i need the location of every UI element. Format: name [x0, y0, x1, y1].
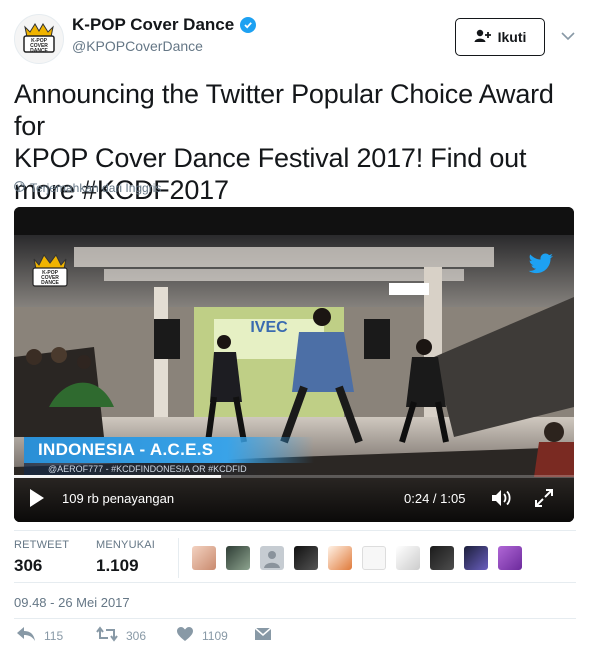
video-banner-subtitle: @AEROF777 - #KCDFINDONESIA OR #KCDFID — [48, 464, 247, 474]
view-count: 109 rb penayangan — [62, 491, 175, 506]
follow-label: Ikuti — [497, 29, 527, 45]
reply-icon — [16, 626, 36, 645]
liker-avatar[interactable] — [294, 546, 318, 570]
video-time: 0:24 / 1:05 — [404, 491, 466, 506]
divider-top — [14, 530, 576, 531]
stats-divider — [178, 538, 179, 578]
chevron-down-icon[interactable] — [558, 26, 578, 46]
video-player[interactable]: IVEC K-POP COVER DANCE INDONESIA - A.C.E… — [14, 207, 574, 522]
reply-count: 115 — [44, 628, 64, 643]
retweet-icon — [96, 626, 118, 645]
liker-avatar[interactable] — [464, 546, 488, 570]
video-controls: 109 rb penayangan 0:24 / 1:05 — [14, 474, 574, 522]
likes-stat-value: 1.109 — [96, 556, 139, 575]
retweet-button[interactable]: 306 — [96, 626, 146, 645]
twitter-bird-icon — [528, 253, 554, 280]
divider-mid — [14, 582, 576, 583]
translate-label: Terjemahkan dari Inggris — [30, 181, 162, 195]
translate-link[interactable]: Terjemahkan dari Inggris — [14, 181, 161, 195]
reply-button[interactable]: 115 — [16, 626, 63, 645]
like-button[interactable]: 1109 — [176, 626, 228, 645]
svg-text:DANCE: DANCE — [30, 48, 48, 54]
verified-icon — [240, 17, 257, 33]
liker-avatar[interactable] — [362, 546, 386, 570]
like-count: 1109 — [202, 628, 228, 643]
liker-avatar[interactable] — [328, 546, 352, 570]
liker-avatar[interactable] — [192, 546, 216, 570]
divider-bottom — [14, 618, 576, 619]
liker-avatar[interactable] — [498, 546, 522, 570]
heart-icon — [176, 626, 194, 645]
message-icon — [254, 626, 272, 645]
likes-stat-label: MENYUKAI — [96, 539, 156, 551]
account-name[interactable]: K-POP Cover Dance — [72, 15, 234, 35]
video-banner: INDONESIA - A.C.E.S — [24, 437, 314, 463]
direct-message-button[interactable] — [254, 626, 272, 645]
video-banner-title: INDONESIA - A.C.E.S — [38, 440, 214, 459]
volume-icon[interactable] — [490, 488, 514, 513]
globe-icon — [14, 181, 25, 195]
retweet-stat[interactable]: RETWEET 306 — [14, 539, 69, 576]
tweet-text-line-1: Announcing the Twitter Popular Choice Aw… — [14, 79, 554, 141]
account-avatar[interactable]: K-POP COVER DANCE — [14, 14, 64, 64]
play-icon[interactable] — [28, 488, 46, 513]
tweet-timestamp[interactable]: 09.48 - 26 Mei 2017 — [14, 595, 130, 610]
follow-button[interactable]: Ikuti — [455, 18, 545, 56]
stage-sign: IVEC — [250, 319, 288, 336]
add-user-icon — [474, 29, 492, 46]
svg-text:DANCE: DANCE — [41, 280, 59, 286]
liker-avatar[interactable] — [226, 546, 250, 570]
retweet-count: 306 — [126, 628, 147, 643]
retweet-stat-label: RETWEET — [14, 539, 70, 551]
fullscreen-icon[interactable] — [534, 488, 554, 513]
retweet-stat-value: 306 — [14, 556, 43, 575]
liker-avatar[interactable] — [396, 546, 420, 570]
liker-avatar[interactable] — [430, 546, 454, 570]
tweet-text-line-2: KPOP Cover Dance Festival 2017! Find out — [14, 143, 527, 173]
kcdf-logo: K-POP COVER DANCE — [15, 15, 63, 63]
liker-avatars — [192, 546, 522, 570]
likes-stat[interactable]: MENYUKAI 1.109 — [96, 539, 155, 576]
account-handle[interactable]: @KPOPCoverDance — [72, 38, 203, 54]
account-name-row[interactable]: K-POP Cover Dance — [72, 15, 257, 35]
kcdf-video-logo: K-POP COVER DANCE — [28, 249, 72, 294]
liker-avatar[interactable] — [260, 546, 284, 570]
